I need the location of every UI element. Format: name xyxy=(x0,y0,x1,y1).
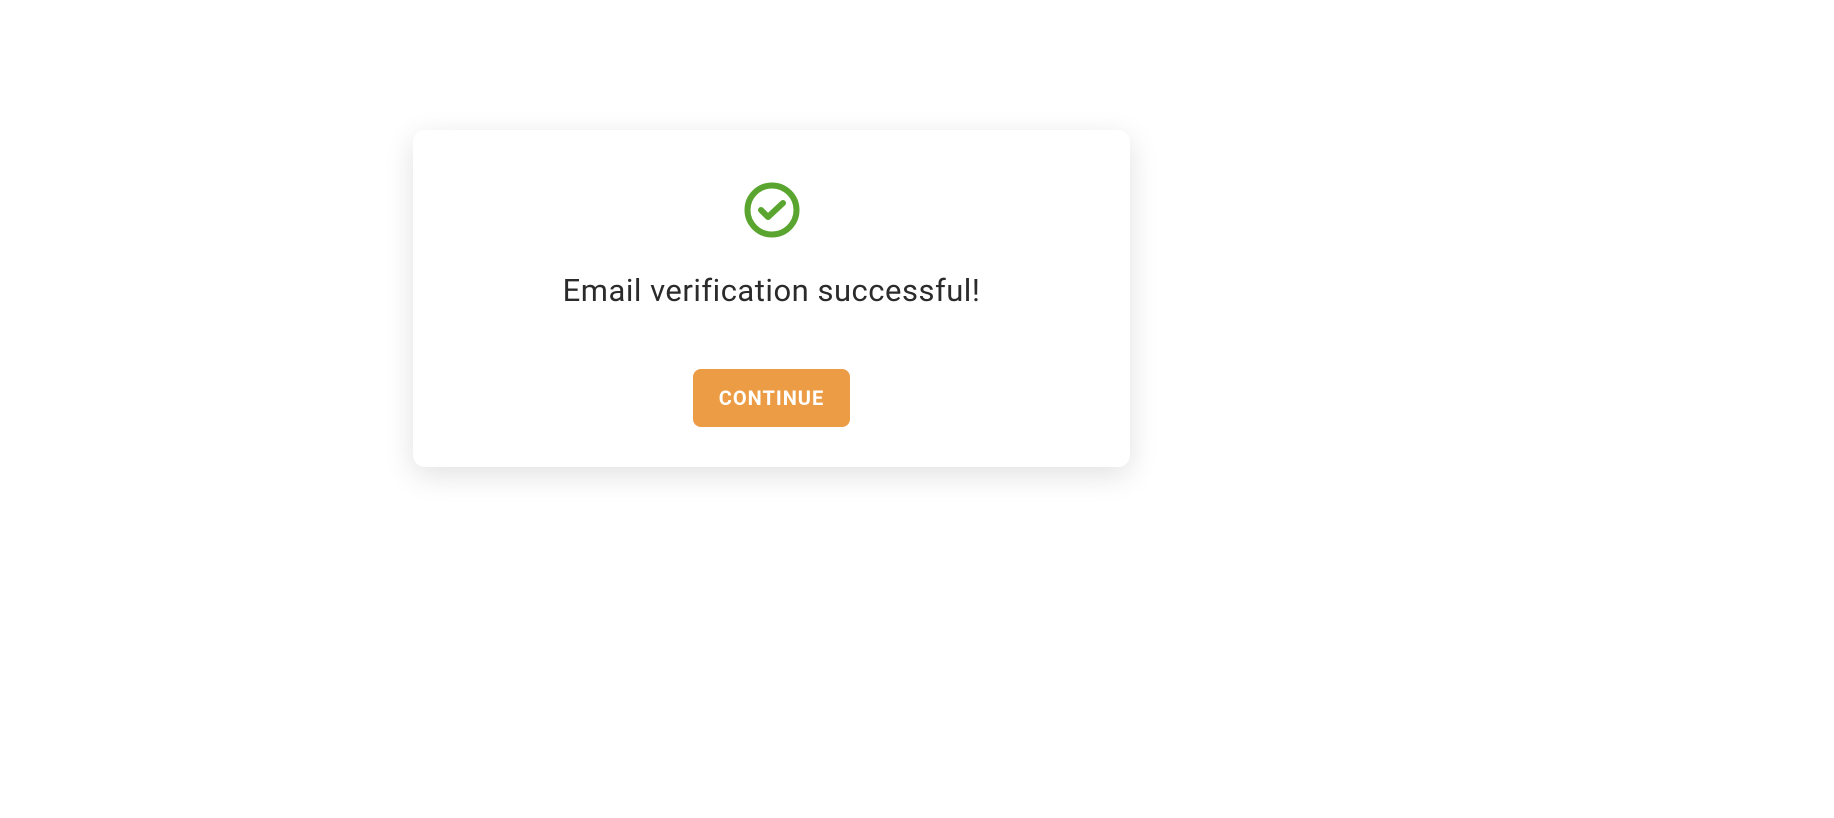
verification-heading: Email verification successful! xyxy=(563,272,981,309)
verification-card: Email verification successful! CONTINUE xyxy=(413,130,1130,467)
check-circle-icon xyxy=(744,182,800,238)
continue-button[interactable]: CONTINUE xyxy=(693,369,851,427)
